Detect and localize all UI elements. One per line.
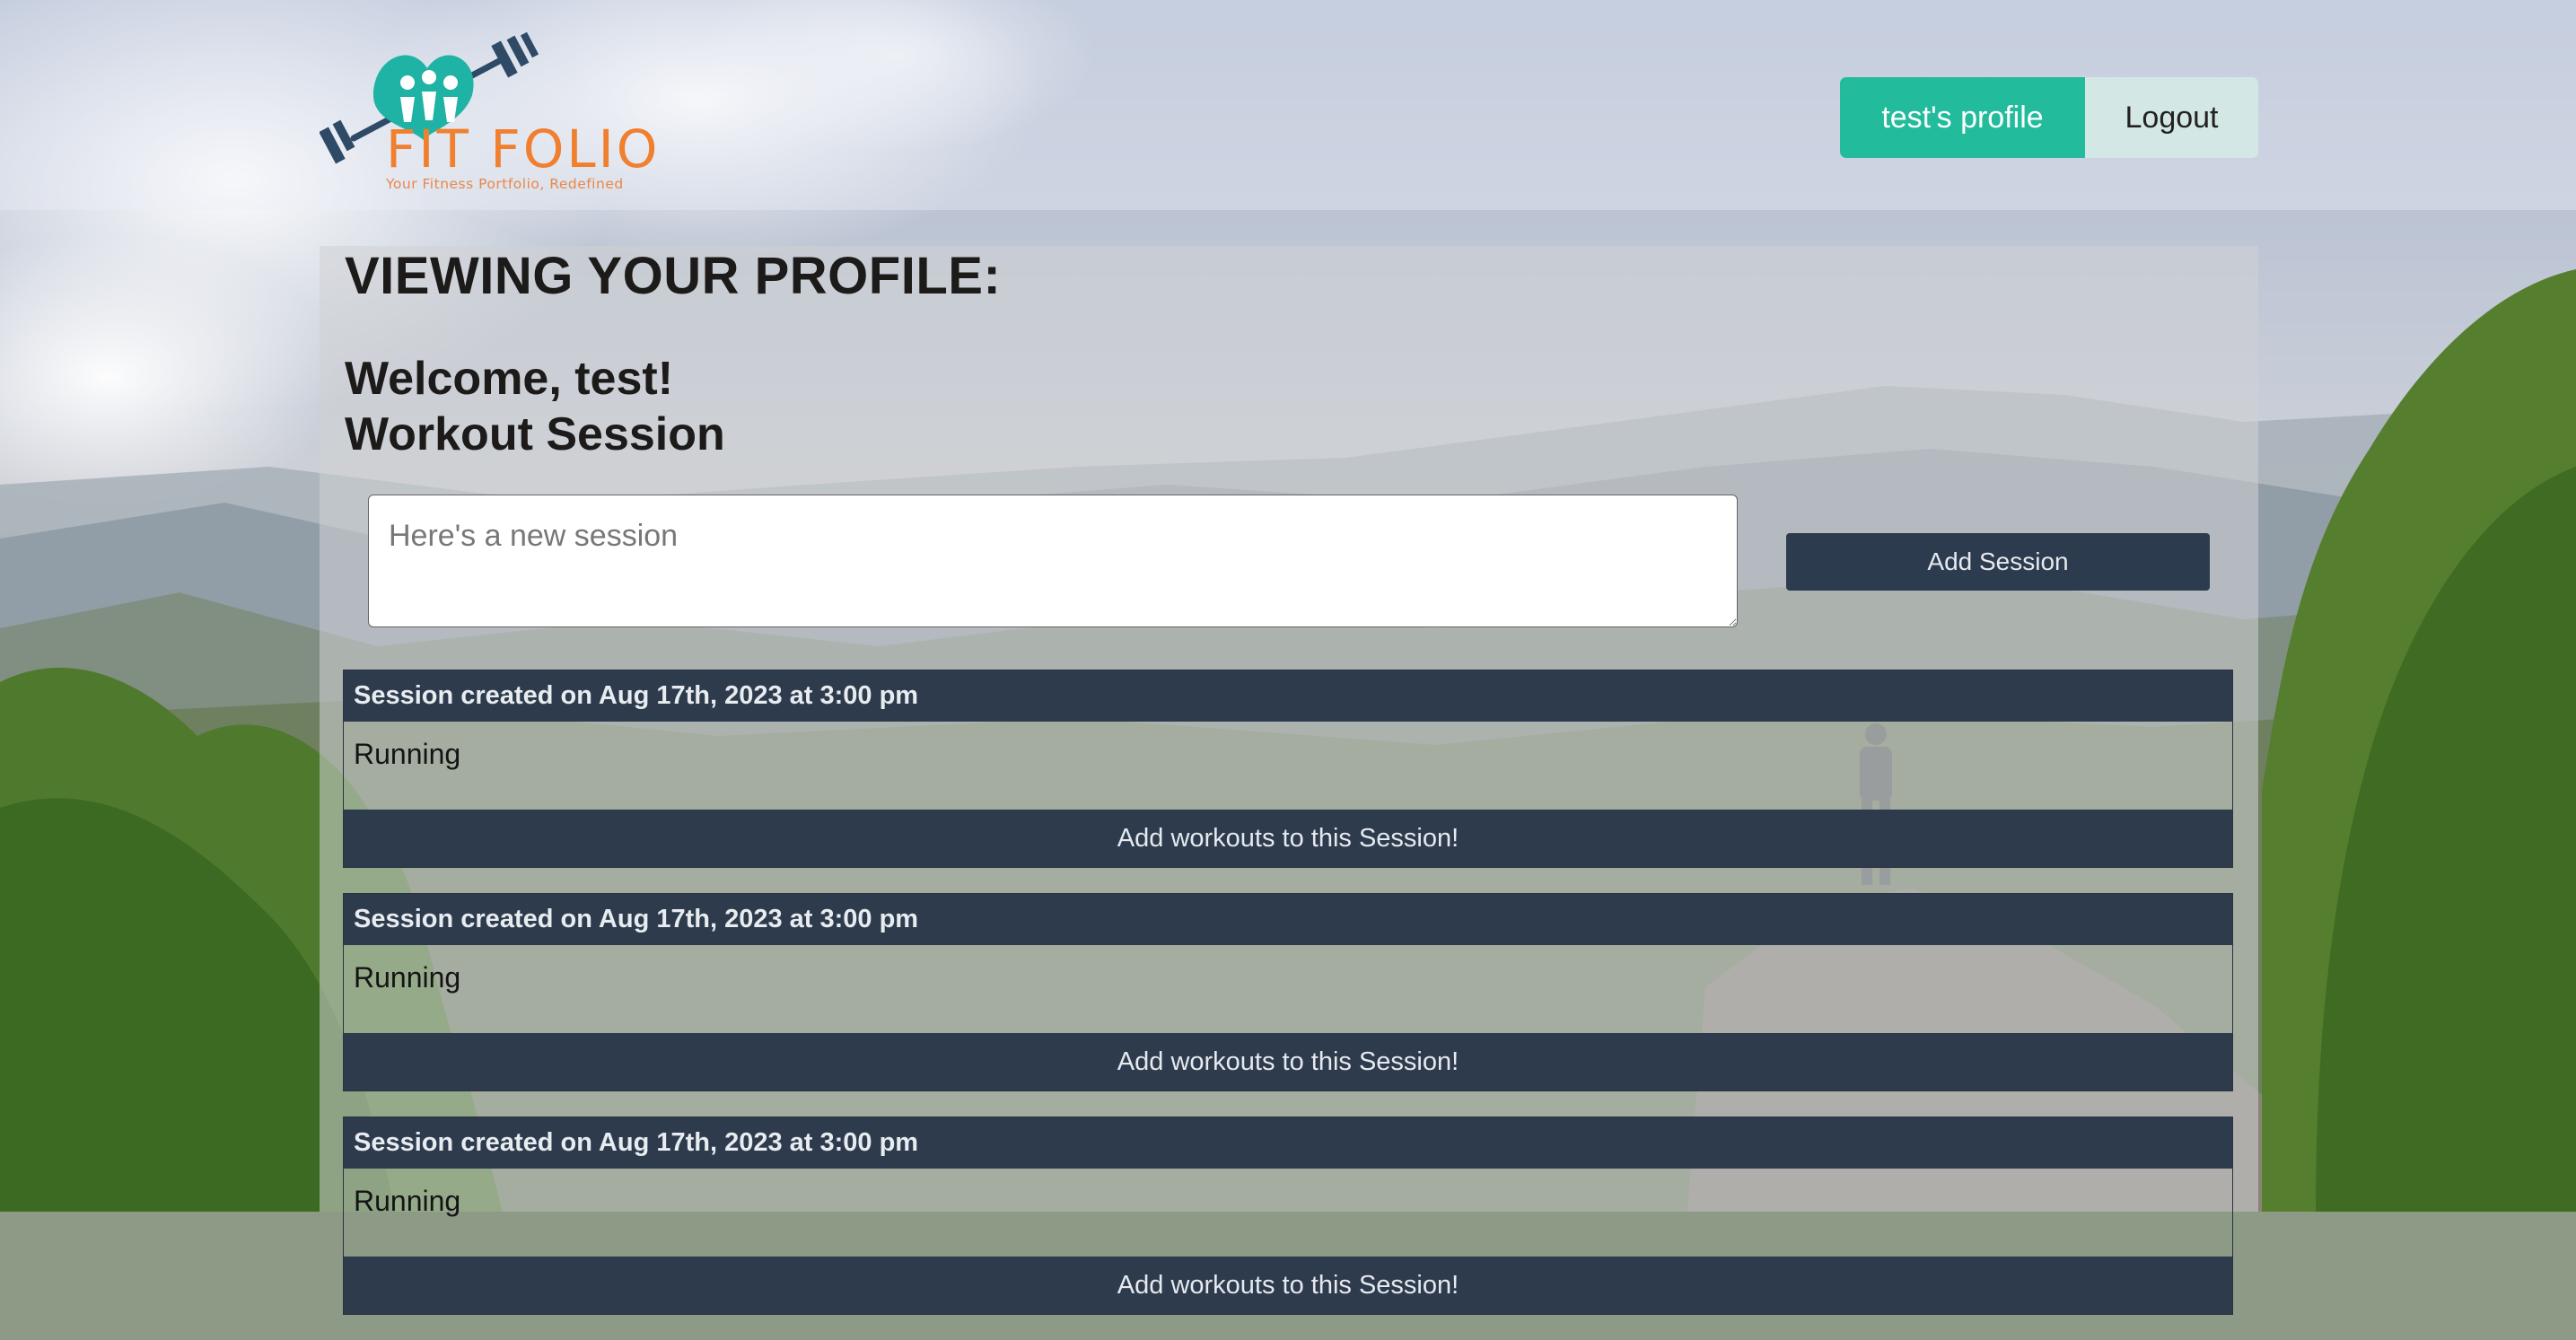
welcome-heading: Welcome, test! — [345, 353, 674, 405]
session-header: Session created on Aug 17th, 2023 at 3:0… — [344, 1117, 2232, 1169]
session-description: Running — [354, 961, 461, 994]
session-header: Session created on Aug 17th, 2023 at 3:0… — [344, 894, 2232, 945]
session-card: Session created on Aug 17th, 2023 at 3:0… — [343, 1117, 2233, 1315]
page-title: VIEWING YOUR PROFILE: — [345, 247, 1002, 305]
add-workouts-button[interactable]: Add workouts to this Session! — [344, 1033, 2232, 1090]
add-workouts-button[interactable]: Add workouts to this Session! — [344, 810, 2232, 867]
new-session-input[interactable] — [368, 495, 1738, 627]
header-nav: test's profile Logout — [1840, 77, 2258, 158]
workout-session-heading: Workout Session — [345, 408, 725, 460]
logo-wordmark: FIT FOLIO — [386, 118, 661, 180]
session-card: Session created on Aug 17th, 2023 at 3:0… — [343, 670, 2233, 868]
logout-button[interactable]: Logout — [2085, 77, 2258, 158]
profile-button[interactable]: test's profile — [1840, 77, 2085, 158]
logo-tagline: Your Fitness Portfolio, Redefined — [386, 176, 624, 192]
add-session-button[interactable]: Add Session — [1786, 533, 2210, 591]
session-header: Session created on Aug 17th, 2023 at 3:0… — [344, 670, 2232, 722]
session-description: Running — [354, 738, 461, 770]
site-header: FIT FOLIO Your Fitness Portfolio, Redefi… — [0, 0, 2576, 210]
session-card: Session created on Aug 17th, 2023 at 3:0… — [343, 893, 2233, 1091]
fit-folio-logo[interactable]: FIT FOLIO Your Fitness Portfolio, Redefi… — [319, 31, 657, 197]
session-list: Session created on Aug 17th, 2023 at 3:0… — [343, 670, 2233, 1340]
session-description: Running — [354, 1185, 461, 1217]
profile-panel: VIEWING YOUR PROFILE: Welcome, test! Wor… — [320, 246, 2258, 1315]
add-workouts-button[interactable]: Add workouts to this Session! — [344, 1257, 2232, 1314]
